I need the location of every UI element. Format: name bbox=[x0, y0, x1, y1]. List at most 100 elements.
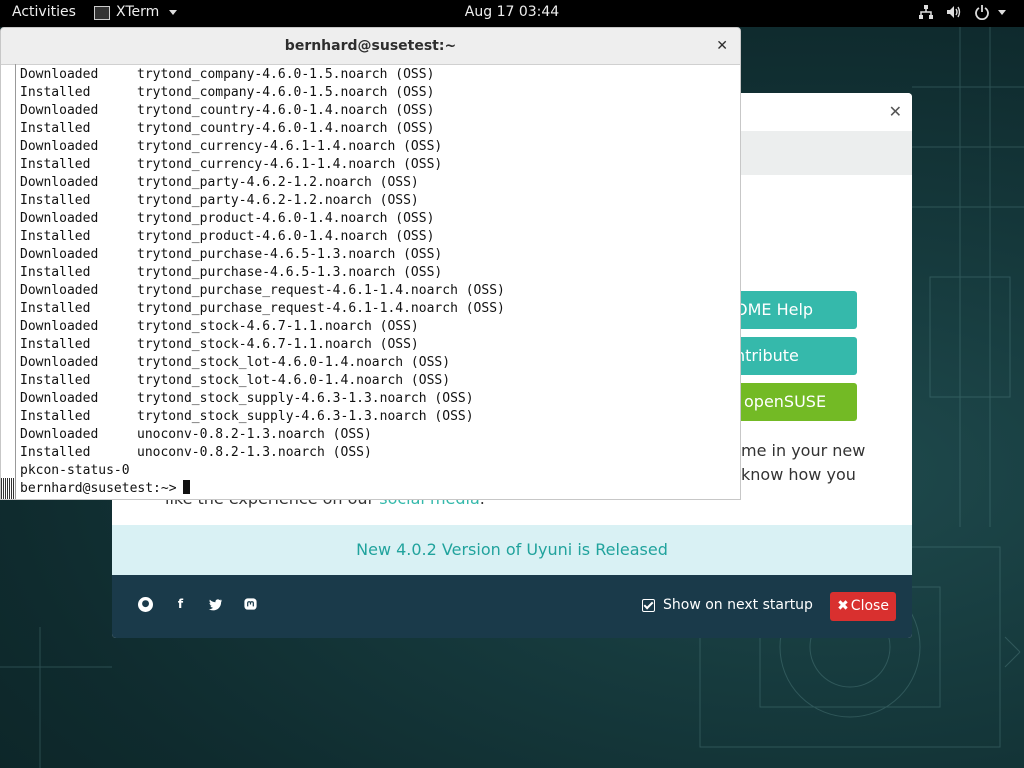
welcome-footer: ● f Show on next startup ✖ Close bbox=[112, 575, 912, 638]
volume-icon bbox=[947, 6, 961, 18]
terminal-line-package: trytond_company-4.6.0-1.5.noarch (OSS) bbox=[137, 85, 435, 100]
terminal-line-package: unoconv-0.8.2-1.3.noarch (OSS) bbox=[137, 445, 372, 460]
opensuse-button[interactable]: openSUSE bbox=[732, 383, 857, 421]
welcome-text-line: me in your new bbox=[741, 441, 866, 460]
terminal-line-action: Downloaded bbox=[20, 283, 99, 298]
system-tray[interactable] bbox=[918, 4, 1006, 20]
activities-button[interactable]: Activities bbox=[12, 4, 76, 20]
close-button-label: Close bbox=[850, 598, 889, 614]
terminal-line-action: Installed bbox=[20, 337, 91, 352]
terminal-line-package: trytond_product-4.6.0-1.4.noarch (OSS) bbox=[137, 229, 435, 244]
app-menu-label: XTerm bbox=[116, 4, 160, 20]
terminal-line: Installed trytond_stock_lot-4.6.0-1.4.noa… bbox=[20, 372, 505, 390]
terminal-line: Downloaded trytond_product-4.6.0-1.4.noar… bbox=[20, 210, 505, 228]
gnome-top-bar: Activities XTerm Aug 17 03:44 bbox=[0, 0, 1024, 27]
network-icon bbox=[919, 5, 933, 19]
terminal-line-package: trytond_stock_lot-4.6.0-1.4.noarch (OSS) bbox=[137, 355, 451, 370]
text-cursor bbox=[182, 480, 190, 494]
terminal-line: Installed trytond_country-4.6.0-1.4.noarc… bbox=[20, 120, 505, 138]
terminal-line-package: trytond_stock-4.6.7-1.1.noarch (OSS) bbox=[137, 319, 419, 334]
terminal-line: Installed trytond_stock_supply-4.6.3-1.3.… bbox=[20, 408, 505, 426]
terminal-line-action: Installed bbox=[20, 373, 91, 388]
close-button[interactable]: ✖ Close bbox=[830, 592, 896, 621]
checkbox-checked-icon[interactable] bbox=[642, 598, 655, 612]
chevron-down-icon bbox=[169, 9, 178, 15]
terminal-line: Downloaded trytond_stock_lot-4.6.0-1.4.no… bbox=[20, 354, 505, 372]
terminal-line-action: Downloaded bbox=[20, 103, 99, 118]
close-icon[interactable]: ✕ bbox=[716, 28, 728, 64]
terminal-line-package: trytond_currency-4.6.1-1.4.noarch (OSS) bbox=[137, 139, 443, 154]
terminal-line: Installed trytond_currency-4.6.1-1.4.noar… bbox=[20, 156, 505, 174]
terminal-lines: Downloaded trytond_company-4.6.0-1.5.noar… bbox=[20, 66, 505, 498]
terminal-line: Installed trytond_company-4.6.0-1.5.noarc… bbox=[20, 84, 505, 102]
news-banner[interactable]: New 4.0.2 Version of Uyuni is Released bbox=[112, 525, 912, 575]
terminal-line-package: trytond_stock_supply-4.6.3-1.3.noarch (O… bbox=[137, 409, 474, 424]
terminal-line-action: Downloaded bbox=[20, 67, 99, 82]
chevron-down-icon bbox=[998, 9, 1006, 15]
terminal-line-action: Downloaded bbox=[20, 247, 99, 262]
mastodon-icon[interactable] bbox=[243, 597, 258, 612]
terminal-line-action: Installed bbox=[20, 301, 91, 316]
terminal-line-package: trytond_party-4.6.2-1.2.noarch (OSS) bbox=[137, 175, 419, 190]
terminal-line: Installed trytond_product-4.6.0-1.4.noarc… bbox=[20, 228, 505, 246]
terminal-line-action: Installed bbox=[20, 409, 91, 424]
terminal-line-package: trytond_currency-4.6.1-1.4.noarch (OSS) bbox=[137, 157, 443, 172]
terminal-line: Downloaded trytond_purchase_request-4.6.1… bbox=[20, 282, 505, 300]
terminal-prompt[interactable]: bernhard@susetest:~> bbox=[20, 480, 505, 498]
terminal-line-package: trytond_stock_lot-4.6.0-1.4.noarch (OSS) bbox=[137, 373, 451, 388]
terminal-line-action: Installed bbox=[20, 193, 91, 208]
window-title: bernhard@susetest:~ bbox=[284, 38, 457, 54]
terminal-line: Downloaded trytond_party-4.6.2-1.2.noarch… bbox=[20, 174, 505, 192]
terminal-line-action: Downloaded bbox=[20, 175, 99, 190]
terminal-line: Installed trytond_party-4.6.2-1.2.noarch … bbox=[20, 192, 505, 210]
twitter-icon[interactable] bbox=[208, 597, 223, 612]
terminal-line-action: Downloaded bbox=[20, 355, 99, 370]
terminal-line-action: Downloaded bbox=[20, 211, 99, 226]
terminal-output[interactable]: Downloaded trytond_company-4.6.0-1.5.noar… bbox=[15, 64, 740, 499]
terminal-line-action: Downloaded bbox=[20, 139, 99, 154]
show-on-startup-label: Show on next startup bbox=[663, 597, 813, 613]
terminal-line-package: unoconv-0.8.2-1.3.noarch (OSS) bbox=[137, 427, 372, 442]
facebook-icon[interactable]: f bbox=[173, 597, 188, 612]
close-icon: ✖ bbox=[837, 598, 849, 614]
terminal-line-action: Downloaded bbox=[20, 391, 99, 406]
terminal-status-line: pkcon-status-0 bbox=[20, 463, 130, 478]
terminal-line-action: Installed bbox=[20, 229, 91, 244]
terminal-icon bbox=[94, 6, 110, 20]
terminal-line-package: trytond_party-4.6.2-1.2.noarch (OSS) bbox=[137, 193, 419, 208]
terminal-line-package: trytond_country-4.6.0-1.4.noarch (OSS) bbox=[137, 121, 435, 136]
gnome-help-button[interactable]: OME Help bbox=[732, 291, 857, 329]
power-icon bbox=[975, 5, 989, 20]
terminal-line-action: Downloaded bbox=[20, 319, 99, 334]
terminal-line-action: Installed bbox=[20, 445, 91, 460]
terminal-line-action: Installed bbox=[20, 157, 91, 172]
terminal-line: Installed trytond_stock-4.6.7-1.1.noarch … bbox=[20, 336, 505, 354]
show-on-startup-toggle[interactable]: Show on next startup bbox=[642, 597, 813, 613]
terminal-line-action: Downloaded bbox=[20, 427, 99, 442]
app-menu[interactable]: XTerm bbox=[94, 4, 178, 20]
contribute-button[interactable]: ntribute bbox=[732, 337, 857, 375]
prompt-text: bernhard@susetest:~> bbox=[20, 481, 177, 496]
terminal-line-action: Installed bbox=[20, 121, 91, 136]
clock[interactable]: Aug 17 03:44 bbox=[465, 4, 559, 20]
terminal-line: Downloaded trytond_purchase-4.6.5-1.3.noa… bbox=[20, 246, 505, 264]
terminal-line: Installed trytond_purchase_request-4.6.1-… bbox=[20, 300, 505, 318]
terminal-line: Downloaded trytond_stock_supply-4.6.3-1.3… bbox=[20, 390, 505, 408]
terminal-line-package: trytond_country-4.6.0-1.4.noarch (OSS) bbox=[137, 103, 435, 118]
terminal-line-package: trytond_purchase_request-4.6.1-1.4.noarc… bbox=[137, 301, 505, 316]
scrollbar[interactable] bbox=[1, 478, 15, 499]
window-titlebar[interactable]: bernhard@susetest:~ ✕ bbox=[1, 28, 740, 65]
terminal-line-package: trytond_purchase-4.6.5-1.3.noarch (OSS) bbox=[137, 265, 443, 280]
terminal-line-action: Installed bbox=[20, 85, 91, 100]
terminal-line: Downloaded trytond_country-4.6.0-1.4.noar… bbox=[20, 102, 505, 120]
close-icon[interactable]: ✕ bbox=[889, 102, 902, 121]
terminal-line: Downloaded trytond_currency-4.6.1-1.4.noa… bbox=[20, 138, 505, 156]
terminal-line-package: trytond_stock_supply-4.6.3-1.3.noarch (O… bbox=[137, 391, 474, 406]
terminal-line: Installed unoconv-0.8.2-1.3.noarch (OSS) bbox=[20, 444, 505, 462]
xterm-window[interactable]: bernhard@susetest:~ ✕ Downloaded trytond_… bbox=[0, 27, 741, 500]
terminal-line: Downloaded trytond_company-4.6.0-1.5.noar… bbox=[20, 66, 505, 84]
terminal-line: Downloaded trytond_stock-4.6.7-1.1.noarch… bbox=[20, 318, 505, 336]
reddit-icon[interactable]: ● bbox=[138, 597, 153, 612]
terminal-line-action: Installed bbox=[20, 265, 91, 280]
terminal-line-package: trytond_company-4.6.0-1.5.noarch (OSS) bbox=[137, 67, 435, 82]
